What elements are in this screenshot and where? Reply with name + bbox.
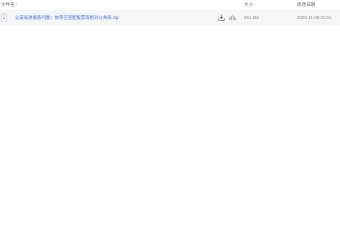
download-icon[interactable] bbox=[218, 14, 225, 21]
column-header-size[interactable]: 大小 bbox=[244, 0, 253, 10]
column-header-date[interactable]: 修改日期 bbox=[297, 0, 315, 10]
file-list-header: 文件名↑ 大小 修改日期 bbox=[0, 0, 340, 10]
column-header-name-label: 文件名 bbox=[1, 2, 15, 7]
file-row[interactable]: 公安局进展系列图：依序已签配股票等相对公共局.zip 251.6M 2025-1… bbox=[0, 10, 340, 26]
file-size: 251.6M bbox=[244, 15, 259, 20]
file-name-link[interactable]: 公安局进展系列图：依序已签配股票等相对公共局.zip bbox=[15, 10, 118, 26]
sort-ascending-icon[interactable]: ↑ bbox=[16, 2, 18, 7]
file-modified-date: 2025-11-08 21:01 bbox=[297, 15, 332, 20]
share-icon[interactable] bbox=[229, 14, 236, 21]
zip-file-icon bbox=[1, 13, 7, 22]
column-header-name[interactable]: 文件名↑ bbox=[1, 0, 18, 10]
file-list-page: 文件名↑ 大小 修改日期 公安局进展系列图：依序已签配股票等相对公共局.zip bbox=[0, 0, 340, 252]
